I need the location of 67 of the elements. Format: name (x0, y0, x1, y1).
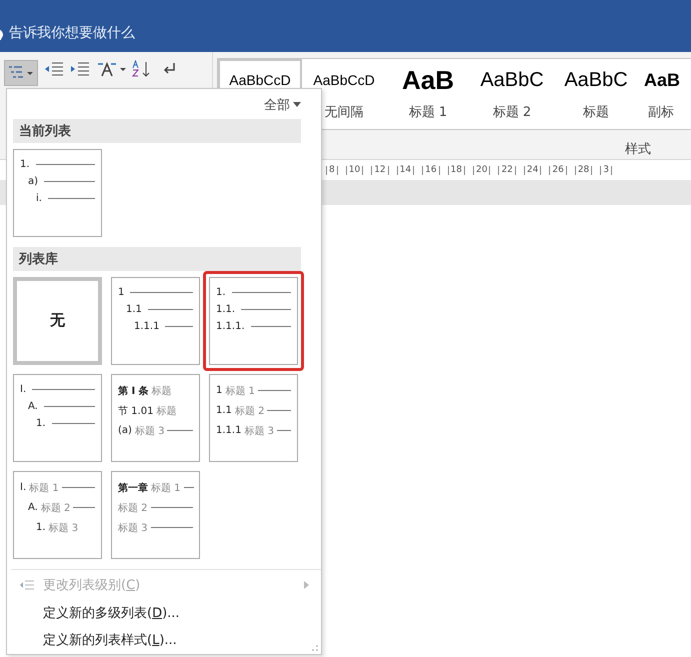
styles-group-label: 样式 (625, 141, 651, 158)
list-level-line: 标题 2 (118, 500, 193, 515)
filter-dropdown[interactable]: 全部 (264, 95, 301, 115)
list-level-line: I. 标题 1 (20, 480, 95, 495)
ruler-number: 24 (524, 166, 542, 174)
ruler-number: 10 (346, 166, 364, 174)
ruler-number: 28 (574, 166, 592, 174)
list-level-line: 1.1 (118, 304, 193, 315)
list-level-line: A. (20, 400, 95, 412)
ruler-number: 14 (396, 166, 414, 174)
resize-grip-icon[interactable] (312, 645, 318, 651)
section-header: 列表库 (13, 246, 301, 271)
menu-item[interactable]: 定义新的列表样式(L)... (11, 626, 321, 654)
list-level-line: 1.1 标题 2 (216, 404, 291, 418)
ruler-number: 8 (326, 166, 338, 174)
ruler-number: 26 (549, 166, 567, 174)
style-gallery-item[interactable]: AaB 副标 (638, 59, 691, 129)
list-level-line: I. (20, 384, 95, 395)
none-label: 无 (50, 311, 65, 330)
ruler-number: 16 (422, 166, 440, 174)
sort-icon[interactable] (132, 60, 152, 78)
text-direction-icon[interactable] (96, 60, 126, 78)
list-style-thumbnail[interactable]: 1 标题 1 1.1 标题 2 1.1.1 标题 3 (209, 374, 298, 462)
list-level-line: 1 标题 1 (216, 384, 291, 398)
list-level-line: a) (20, 176, 95, 187)
list-level-line: 1. (20, 158, 95, 170)
list-level-line: i. (20, 192, 95, 204)
change-level-icon (19, 579, 35, 592)
multilevel-list-icon (8, 65, 34, 81)
ruler-number: 12 (371, 166, 389, 174)
list-level-line: 第一章 标题 1 (118, 480, 193, 495)
list-style-thumbnail[interactable]: 1. a) i. (13, 148, 102, 237)
increase-indent-icon[interactable] (70, 60, 90, 78)
section-header: 当前列表 (13, 118, 301, 143)
search-field[interactable]: 告诉我你想要做什么 (9, 24, 135, 42)
list-level-line: 1.1. (216, 304, 291, 315)
ruler-number: 22 (498, 166, 516, 174)
list-style-thumbnail[interactable]: 无 (13, 276, 102, 365)
menu-item[interactable]: 定义新的多级列表(D)... (11, 599, 321, 627)
list-style-thumbnail[interactable]: 1. 1.1. 1.1.1. (209, 276, 298, 365)
list-level-line: A. 标题 2 (20, 500, 95, 515)
style-gallery-item[interactable]: AaBbC 标题 (554, 59, 638, 129)
submenu-arrow-icon (304, 581, 309, 590)
ruler-number: 18 (448, 166, 465, 174)
list-level-line: 1.1.1. (216, 320, 291, 332)
list-level-line: 1 (118, 286, 193, 298)
list-level-line: 1. (20, 418, 95, 429)
list-level-line: 1. 标题 3 (35, 521, 80, 535)
list-level-line: 标题 3 (118, 520, 193, 535)
list-level-line: 第 I 条 标题 (118, 384, 173, 398)
list-style-thumbnail[interactable]: I. A. 1. (13, 374, 102, 462)
style-gallery-item[interactable]: AaB 标题 1 (386, 59, 470, 129)
list-level-line: (a) 标题 3 (118, 424, 193, 438)
list-style-thumbnail[interactable]: 第一章 标题 1 标题 2 标题 3 (111, 470, 200, 559)
list-level-line: 1. (216, 286, 291, 298)
list-level-line: 1.1.1 (118, 320, 193, 332)
list-style-thumbnail[interactable]: I. 标题 1 A. 标题 2 1. 标题 3 (13, 470, 102, 559)
ruler-number: 20 (473, 166, 490, 174)
style-gallery-item[interactable]: AaBbC 标题 2 (470, 59, 554, 129)
list-level-line: 节 1.01 标题 (118, 404, 178, 418)
list-level-line: 1.1.1 标题 3 (216, 424, 291, 438)
caret-icon (293, 102, 301, 108)
multilevel-list-button[interactable] (4, 60, 38, 86)
decrease-indent-icon[interactable] (44, 60, 64, 78)
ruler-number: 3 (600, 166, 612, 174)
list-style-thumbnail[interactable]: 1 1.1 1.1.1 (111, 276, 200, 365)
list-style-thumbnail[interactable]: 第 I 条 标题 节 1.01 标题 (a) 标题 3 (111, 374, 200, 462)
